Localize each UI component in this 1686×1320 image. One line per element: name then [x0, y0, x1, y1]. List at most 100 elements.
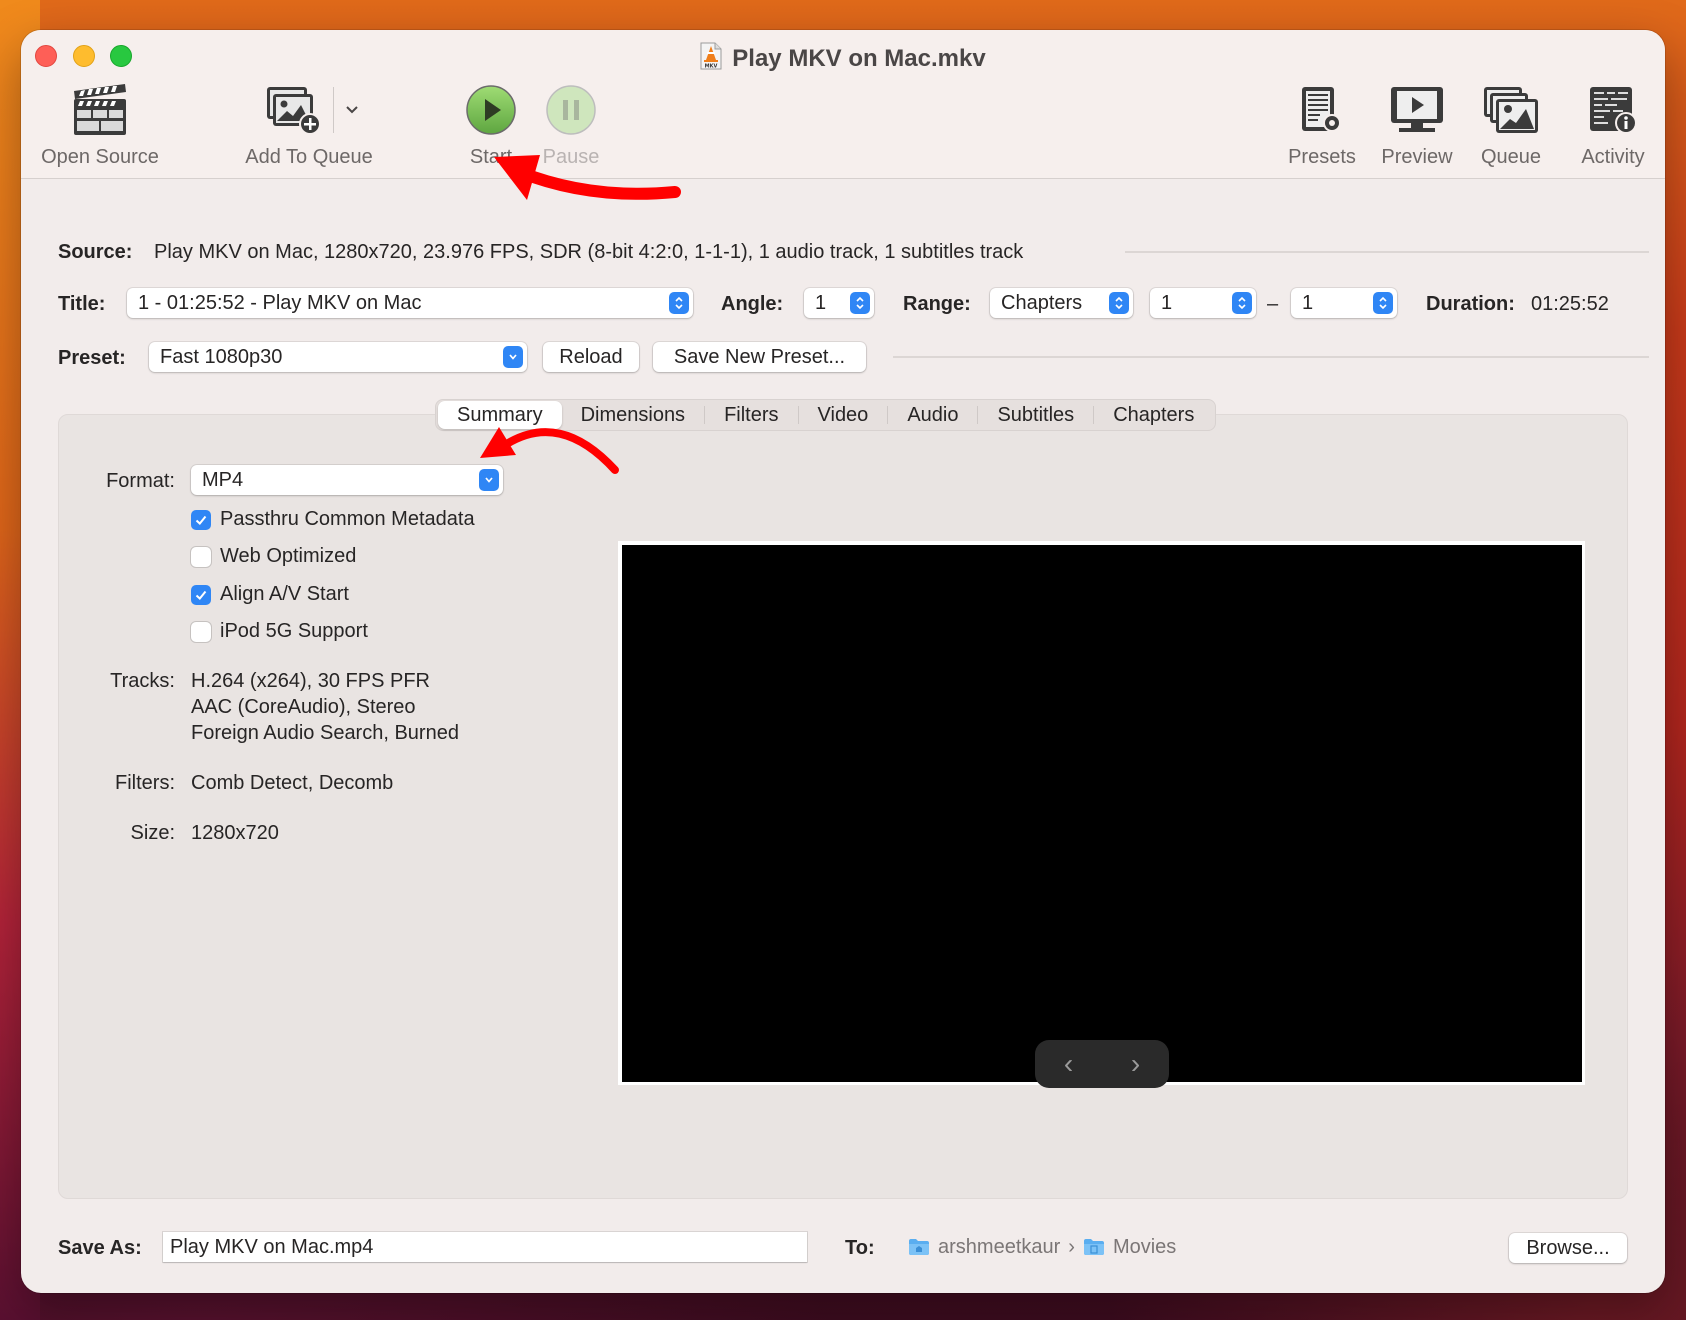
preset-select[interactable]: Fast 1080p30 [149, 342, 527, 372]
source-separator [1125, 251, 1649, 253]
handbrake-window: MKV Play MKV on Mac.mkv Open Source Add … [21, 30, 1665, 1293]
angle-select[interactable]: 1 [804, 288, 874, 318]
updown-chevron-icon [850, 292, 870, 314]
ipod-5g-support-checkbox[interactable]: iPod 5G Support [191, 620, 368, 643]
tracks-list: H.264 (x264), 30 FPS PFR AAC (CoreAudio)… [191, 668, 459, 746]
home-folder-icon [909, 1239, 929, 1255]
preview-image [622, 545, 1582, 1082]
tab-bar: Summary Dimensions Filters Video Audio S… [435, 399, 1217, 431]
save-as-value: Play MKV on Mac.mp4 [170, 1236, 374, 1258]
checkbox-label: Align A/V Start [220, 583, 349, 605]
tracks-label: Tracks: [110, 670, 175, 692]
preset-label: Preset: [58, 347, 126, 369]
tab-label: Dimensions [580, 404, 686, 426]
range-end-value: 1 [1302, 292, 1314, 314]
open-source-label: Open Source [41, 146, 159, 168]
track-item: Foreign Audio Search, Burned [191, 722, 459, 744]
updown-chevron-icon [1373, 292, 1393, 314]
path-segment-home: arshmeetkaur [938, 1235, 1061, 1258]
tab-video[interactable]: Video [799, 401, 888, 429]
tab-dimensions[interactable]: Dimensions [562, 401, 704, 429]
tab-audio[interactable]: Audio [888, 401, 977, 429]
chevron-left-icon[interactable]: ‹ [1064, 1050, 1073, 1078]
preview-nav-controls: ‹ › [1035, 1040, 1169, 1088]
activity-label: Activity [1581, 146, 1645, 168]
tab-summary[interactable]: Summary [438, 401, 562, 429]
web-optimized-checkbox[interactable]: Web Optimized [191, 545, 356, 568]
open-source-button[interactable]: Open Source [35, 82, 165, 169]
window-title-text: Play MKV on Mac.mkv [732, 45, 986, 72]
track-item: H.264 (x264), 30 FPS PFR [191, 670, 430, 692]
range-dash: – [1267, 293, 1279, 315]
chevron-down-icon [479, 469, 499, 491]
size-value: 1280x720 [191, 822, 279, 844]
align-av-start-checkbox[interactable]: Align A/V Start [191, 583, 349, 606]
checkbox-label: Passthru Common Metadata [220, 508, 475, 530]
range-start-select[interactable]: 1 [1150, 288, 1256, 318]
range-label: Range: [903, 293, 971, 315]
pause-button[interactable]: Pause [536, 82, 606, 169]
pause-label: Pause [542, 146, 600, 168]
tab-filters[interactable]: Filters [705, 401, 797, 429]
filters-value: Comb Detect, Decomb [191, 772, 394, 794]
chevron-right-icon[interactable]: › [1131, 1050, 1140, 1078]
source-label: Source: [58, 241, 133, 263]
pause-icon [546, 85, 596, 135]
source-value: Play MKV on Mac, 1280x720, 23.976 FPS, S… [154, 241, 1024, 263]
tab-label: Summary [457, 404, 543, 426]
chevron-down-icon[interactable] [344, 104, 360, 116]
preview-monitor-icon [1391, 87, 1443, 132]
tab-label: Video [817, 404, 869, 426]
checkbox-checked-icon [191, 509, 211, 530]
window-title: MKV Play MKV on Mac.mkv [21, 42, 1665, 73]
preset-select-value: Fast 1080p30 [160, 346, 283, 368]
play-icon [466, 85, 516, 135]
range-end-select[interactable]: 1 [1291, 288, 1397, 318]
format-select-value: MP4 [202, 469, 244, 491]
size-label: Size: [130, 822, 175, 844]
reload-button[interactable]: Reload [543, 342, 639, 372]
updown-chevron-icon [669, 292, 689, 314]
angle-label: Angle: [721, 293, 784, 315]
track-item: AAC (CoreAudio), Stereo [191, 696, 416, 718]
start-button[interactable]: Start [461, 82, 521, 169]
range-type-select[interactable]: Chapters [990, 288, 1133, 318]
destination-path[interactable]: arshmeetkaur › Movies [908, 1232, 1176, 1262]
format-select[interactable]: MP4 [191, 465, 503, 495]
passthru-metadata-checkbox[interactable]: Passthru Common Metadata [191, 508, 475, 531]
checkbox-label: Web Optimized [220, 545, 357, 567]
save-new-preset-button[interactable]: Save New Preset... [653, 342, 866, 372]
toolbar: MKV Play MKV on Mac.mkv Open Source Add … [21, 30, 1665, 179]
start-label: Start [469, 146, 513, 168]
preview-button[interactable]: Preview [1371, 82, 1463, 169]
checkbox-unchecked-icon [191, 546, 211, 567]
queue-button[interactable]: Queue [1469, 82, 1553, 169]
tab-chapters[interactable]: Chapters [1094, 401, 1213, 429]
filters-label: Filters: [115, 772, 175, 794]
add-to-queue-label: Add To Queue [245, 146, 373, 168]
tab-label: Subtitles [997, 404, 1075, 426]
duration-label: Duration: [1426, 293, 1515, 315]
chevron-down-icon [503, 346, 523, 368]
save-as-label: Save As: [58, 1237, 142, 1259]
range-start-value: 1 [1161, 292, 1173, 314]
preview-label: Preview [1381, 146, 1453, 168]
tab-label: Filters [724, 404, 779, 426]
checkbox-checked-icon [191, 584, 211, 605]
svg-text:MKV: MKV [705, 64, 718, 70]
preset-separator [893, 356, 1649, 358]
queue-label: Queue [1480, 146, 1542, 168]
main-content: Source: Play MKV on Mac, 1280x720, 23.97… [21, 180, 1665, 1293]
browse-button[interactable]: Browse... [1509, 1233, 1627, 1263]
range-type-value: Chapters [1001, 292, 1083, 314]
checkbox-unchecked-icon [191, 621, 211, 642]
presets-button[interactable]: Presets [1279, 82, 1365, 169]
movies-folder-icon [1083, 1239, 1104, 1255]
add-to-queue-button[interactable]: Add To Queue [239, 82, 379, 169]
activity-button[interactable]: Activity [1573, 82, 1653, 169]
title-select[interactable]: 1 - 01:25:52 - Play MKV on Mac [127, 288, 693, 318]
activity-log-icon [1590, 87, 1637, 134]
tab-subtitles[interactable]: Subtitles [978, 401, 1093, 429]
save-as-input[interactable]: Play MKV on Mac.mp4 [163, 1232, 807, 1262]
add-to-queue-icon [267, 87, 321, 135]
